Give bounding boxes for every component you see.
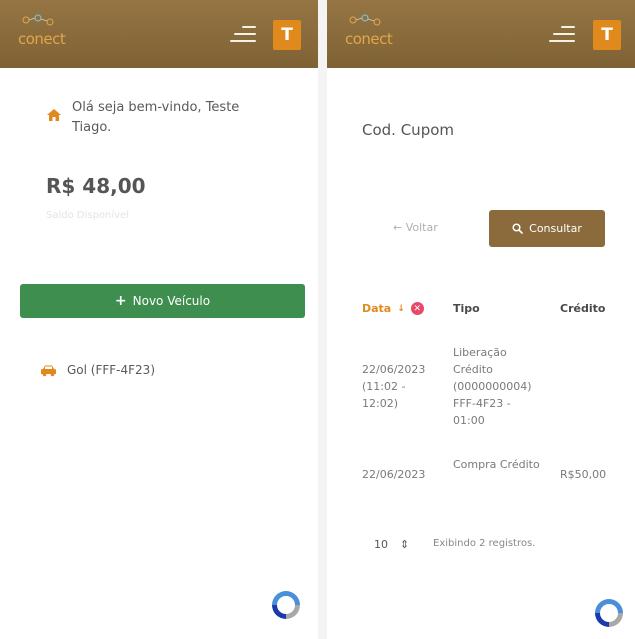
new-vehicle-label: Novo Veículo (132, 294, 211, 308)
column-header-date[interactable]: Data ↓ ✕ (362, 302, 424, 315)
balance-amount: R$ 48,00 (46, 174, 146, 198)
app-header: conect T (327, 0, 635, 68)
hamburger-menu-icon[interactable] (230, 24, 256, 44)
clear-sort-icon[interactable]: ✕ (410, 302, 424, 315)
column-header-credit[interactable]: Crédito (560, 302, 605, 315)
balance-caption: Saldo Disponível (46, 210, 130, 221)
date-header-label: Data (362, 302, 392, 315)
vehicle-item[interactable]: Gol (FFF-4F23) (40, 363, 155, 377)
plus-icon: + (114, 293, 127, 309)
consult-label: Consultar (529, 222, 582, 235)
table-cell-type: Liberação Crédito (0000000004) FFF-4F23 … (453, 346, 532, 427)
home-icon (47, 109, 61, 121)
table-cell-date: 22/06/2023 (362, 468, 426, 481)
records-info: Exibindo 2 registros. (433, 538, 536, 549)
conect-logo[interactable]: conect (341, 14, 401, 54)
hamburger-menu-icon[interactable] (549, 24, 575, 44)
back-button[interactable]: ← Voltar (393, 221, 438, 234)
recaptcha-icon[interactable] (589, 593, 629, 633)
select-arrow-icon: ⇕ (400, 538, 410, 551)
sort-desc-icon[interactable]: ↓ (397, 304, 405, 314)
home-screen: conect T Olá seja bem-vindo, Teste Tiago… (0, 0, 318, 639)
consult-button[interactable]: Consultar (489, 210, 605, 247)
search-icon (512, 223, 523, 234)
table-cell-date: 22/06/2023 (11:02 - 12:02) (362, 363, 426, 410)
page-size-select[interactable]: 10 ⇕ (374, 538, 409, 551)
car-icon (41, 365, 56, 376)
user-avatar[interactable]: T (273, 20, 301, 50)
conect-logo[interactable]: conect (14, 14, 74, 54)
logo-text: conect (18, 30, 66, 48)
coupon-title: Cod. Cupom (362, 121, 454, 139)
recaptcha-icon[interactable] (266, 585, 306, 625)
table-cell-type: Compra Crédito (453, 458, 540, 471)
coupon-screen: conect T Cod. Cupom ← Voltar Consultar D… (327, 0, 635, 639)
page-size-value: 10 (374, 538, 388, 551)
panel-divider (318, 0, 327, 639)
app-header: conect T (0, 0, 318, 68)
logo-text: conect (345, 30, 393, 48)
column-header-type[interactable]: Tipo (453, 302, 480, 315)
vehicle-label: Gol (FFF-4F23) (67, 363, 155, 377)
new-vehicle-button[interactable]: + Novo Veículo (20, 284, 305, 318)
user-avatar[interactable]: T (593, 20, 621, 50)
welcome-text: Olá seja bem-vindo, Teste Tiago. (72, 100, 240, 135)
table-cell-credit: R$50,00 (560, 468, 607, 481)
